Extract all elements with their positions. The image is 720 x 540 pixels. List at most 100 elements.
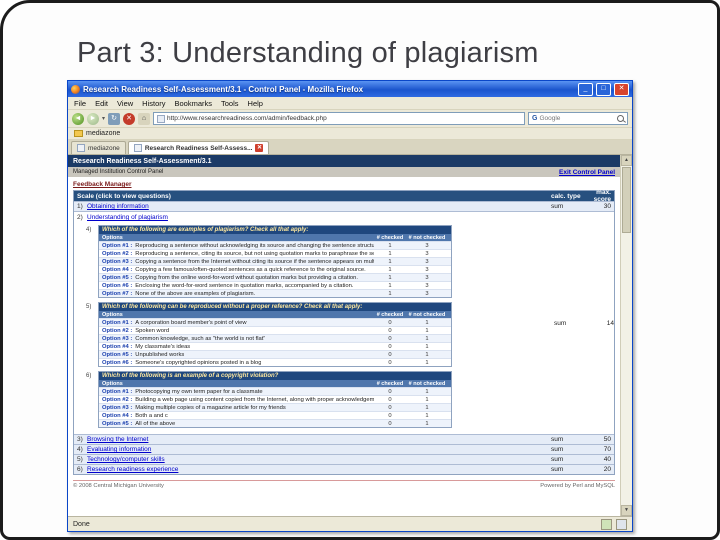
option-text: Photocopying my own term paper for a cla… (135, 388, 263, 395)
maximize-button[interactable]: □ (596, 82, 611, 96)
option-label: Option #7 : (102, 290, 133, 297)
magnifier-icon[interactable] (617, 115, 624, 122)
option-row: Option #4 : Both a and c 0 1 (99, 411, 451, 419)
back-button[interactable]: ◄ (72, 112, 84, 125)
home-button[interactable]: ⌂ (138, 112, 151, 125)
reload-button[interactable]: ↻ (108, 112, 121, 125)
scale-link-3[interactable]: Evaluating information (87, 446, 551, 453)
minimize-button[interactable]: _ (578, 82, 593, 96)
option-text: Both a and c (135, 412, 168, 419)
bookmark-mediazone[interactable]: mediazone (86, 130, 120, 137)
menu-edit[interactable]: Edit (95, 99, 108, 108)
not-checked-count: 3 (425, 242, 429, 249)
menu-history[interactable]: History (142, 99, 165, 108)
checked-count: 0 (388, 335, 392, 342)
option-label: Option #5 : (102, 274, 133, 281)
search-box[interactable]: G Google (528, 112, 628, 125)
address-url: http://www.researchreadiness.com/admin/f… (167, 115, 327, 122)
checked-count: 0 (388, 319, 392, 326)
not-checked-count: 1 (425, 412, 429, 419)
close-button[interactable]: ✕ (614, 82, 629, 96)
option-label: Option #2 : (102, 250, 133, 257)
bookmarks-bar: mediazone (68, 128, 632, 140)
menu-tools[interactable]: Tools (221, 99, 239, 108)
google-icon: G (532, 115, 538, 122)
not-checked-col-header: # not checked (408, 234, 446, 241)
scroll-down-icon[interactable]: ▼ (621, 505, 632, 516)
option-label: Option #1 : (102, 242, 133, 249)
page-content: Research Readiness Self-Assessment/3.1 M… (68, 155, 620, 516)
scrollbar[interactable]: ▲ ▼ (620, 155, 632, 516)
option-row: Option #5 : All of the above 0 1 (99, 419, 451, 427)
option-text: My classmate's ideas (135, 343, 191, 350)
menu-view[interactable]: View (117, 99, 133, 108)
menu-help[interactable]: Help (248, 99, 263, 108)
max-score-value: 14 (606, 319, 614, 327)
scale-link-2[interactable]: Browsing the Internet (87, 436, 551, 443)
not-checked-count: 3 (425, 290, 429, 297)
title-bar[interactable]: Research Readiness Self-Assessment/3.1 -… (68, 81, 632, 97)
tab-favicon-icon (77, 144, 85, 152)
tab-label: mediazone (88, 144, 120, 152)
tab-1[interactable]: Research Readiness Self-Assess... ✕ (127, 141, 270, 154)
option-label: Option #3 : (102, 404, 133, 411)
status-widget-icon (616, 518, 627, 530)
exit-control-panel-link[interactable]: Exit Control Panel (559, 169, 615, 176)
option-label: Option #6 : (102, 282, 133, 289)
slide: Part 3: Understanding of plagiarism Rese… (0, 0, 720, 540)
checked-count: 0 (388, 404, 392, 411)
checked-count: 1 (388, 258, 392, 265)
not-checked-count: 1 (425, 319, 429, 326)
scroll-track[interactable] (621, 234, 632, 505)
menu-file[interactable]: File (74, 99, 86, 108)
browser-window: Research Readiness Self-Assessment/3.1 -… (67, 80, 633, 532)
address-bar[interactable]: http://www.researchreadiness.com/admin/f… (153, 112, 525, 125)
option-label: Option #1 : (102, 388, 133, 395)
page-subheader-bar: Managed Institution Control Panel Exit C… (68, 167, 620, 177)
stop-button[interactable]: ✕ (123, 112, 136, 125)
forward-button[interactable]: ► (87, 112, 99, 125)
not-checked-count: 1 (425, 335, 429, 342)
option-label: Option #4 : (102, 412, 133, 419)
not-checked-count: 3 (425, 250, 429, 257)
checked-count: 0 (388, 396, 392, 403)
calc-type-col-header: calc. type (551, 192, 581, 200)
option-row: Option #3 : Common knowledge, such as "th… (99, 334, 451, 342)
scale-title-col-header: Scale (click to view questions) (77, 192, 171, 200)
option-text: Copying from the online word-for-word wi… (135, 274, 358, 281)
scroll-thumb[interactable] (622, 167, 631, 233)
tab-favicon-icon (133, 144, 142, 152)
option-text: Reproducing a sentence, citing its sourc… (135, 250, 374, 257)
option-row: Option #1 : Photocopying my own term pape… (99, 387, 451, 395)
max-score-value: 50 (603, 436, 611, 443)
option-text: A corporation board member's point of vi… (135, 319, 247, 326)
scale-link-0[interactable]: Obtaining information (87, 203, 551, 210)
not-checked-col-header: # not checked (408, 311, 446, 318)
question-subheader: Options # checked # not checked (99, 234, 451, 241)
question-table: Which of the following are examples of p… (98, 225, 452, 298)
question-block: 4) Which of the following are examples of… (86, 225, 554, 298)
checked-count: 1 (388, 266, 392, 273)
checked-count: 0 (388, 343, 392, 350)
option-text: Unpublished works (135, 351, 185, 358)
question-number: 5) (86, 304, 92, 310)
scale-link-4[interactable]: Technology/computer skills (87, 456, 551, 463)
max-score-col-header: max. score (593, 189, 611, 203)
option-row: Option #5 : Copying from the online word-… (99, 273, 451, 281)
scale-row: 5) Technology/computer skills sum 40 (74, 454, 614, 464)
scroll-up-icon[interactable]: ▲ (621, 155, 632, 166)
menu-bookmarks[interactable]: Bookmarks (175, 99, 213, 108)
nav-toolbar: ◄ ► ▾ ↻ ✕ ⌂ http://www.researchreadiness… (68, 110, 632, 128)
site-favicon-icon (157, 114, 166, 123)
option-label: Option #4 : (102, 343, 133, 350)
not-checked-count: 1 (425, 343, 429, 350)
tab-close-icon[interactable]: ✕ (255, 144, 264, 152)
option-text: Building a web page using content copied… (135, 396, 374, 403)
scale-link-5[interactable]: Research readiness experience (87, 466, 551, 473)
scale-link-1[interactable]: Understanding of plagiarism (87, 214, 168, 221)
feedback-manager-label[interactable]: Feedback Manager (73, 181, 620, 188)
history-dropdown-icon[interactable]: ▾ (102, 115, 105, 122)
tab-0[interactable]: mediazone (71, 141, 126, 154)
checked-count: 0 (388, 412, 392, 419)
scale-row-number: 1) (77, 203, 83, 210)
